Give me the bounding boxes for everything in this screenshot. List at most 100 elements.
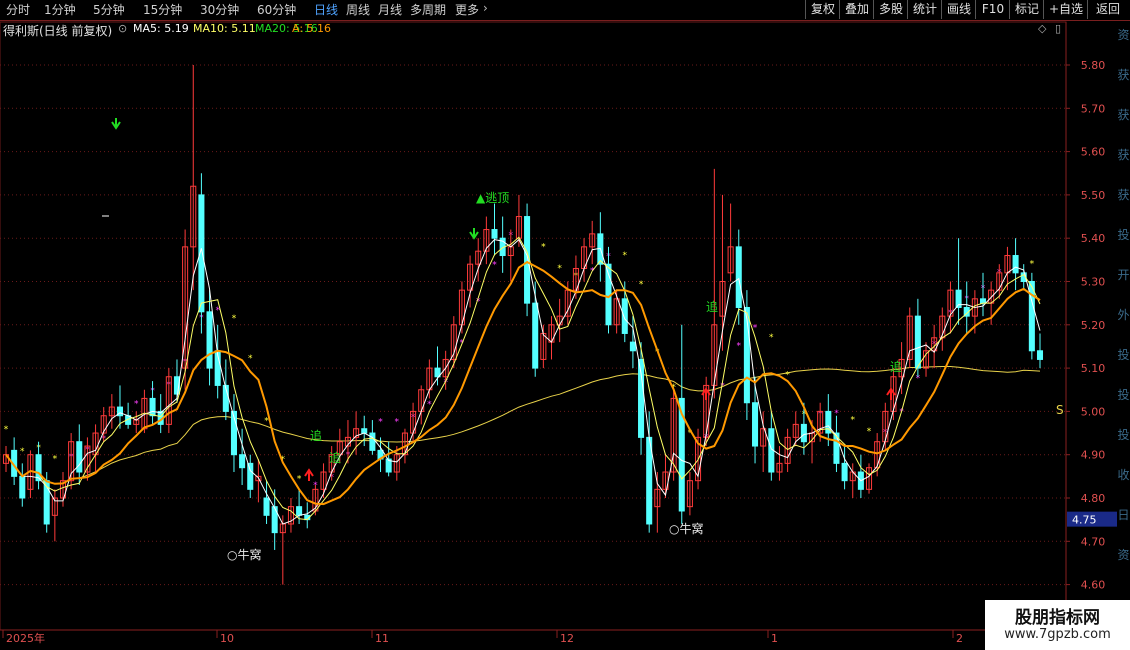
candle-down: [914, 315, 921, 369]
month-tick-label: 2025年: [6, 631, 45, 645]
watermark-logo: 股朋指标网 www.7gpzb.com: [985, 600, 1130, 650]
right-strip-char: 外: [1117, 308, 1130, 322]
period-tab-daily[interactable]: 日线: [314, 1, 338, 18]
indicator-star: *: [541, 242, 546, 252]
candle-down: [239, 454, 246, 469]
period-tab-15min[interactable]: 15分钟: [143, 1, 182, 18]
candle-down: [532, 302, 539, 369]
price-tick-label: 5.80: [1081, 59, 1106, 72]
indicator-star: *: [4, 425, 9, 435]
ma10-line: [5, 236, 1041, 521]
price-tick-label: 5.20: [1081, 319, 1106, 332]
right-strip-char: 收: [1117, 468, 1130, 482]
period-tab-5min[interactable]: 5分钟: [93, 1, 125, 18]
bottom-label-2: ○牛窝: [669, 521, 703, 536]
candle-down: [491, 229, 498, 239]
candle-down: [76, 441, 83, 473]
buy-arrow-icon: [304, 468, 314, 481]
indicator-star: *: [850, 415, 855, 425]
s-marker: S: [1056, 403, 1064, 417]
overlay-button[interactable]: 叠加: [839, 0, 874, 19]
indicator-star: *: [639, 280, 644, 290]
candle-down: [800, 423, 807, 443]
price-tick-label: 4.70: [1081, 535, 1106, 548]
candle-down: [524, 216, 531, 304]
right-strip-char: 投: [1117, 348, 1130, 362]
candle-down: [629, 341, 636, 352]
indicator-star: *: [557, 264, 562, 274]
chevron-right-icon[interactable]: ›: [483, 1, 488, 15]
a-value: A: 5.16: [292, 22, 332, 35]
top-escape-label: ▲逃顶: [476, 191, 509, 205]
candles: [2, 65, 1044, 585]
price-tick-label: 5.00: [1081, 405, 1106, 418]
indicator-star: *: [378, 418, 383, 428]
sell-arrow-icon: [469, 228, 479, 240]
indicator-star: *: [1030, 259, 1035, 269]
indicator-star: *: [395, 418, 400, 428]
period-tab-more[interactable]: 更多: [455, 1, 479, 18]
period-tab-60min[interactable]: 60分钟: [257, 1, 296, 18]
settings-circle-icon[interactable]: ⊙: [118, 22, 127, 35]
month-tick-label: 11: [375, 632, 389, 645]
current-price-label: 4.75: [1072, 514, 1097, 527]
price-tick-label: 5.30: [1081, 276, 1106, 289]
candle-down: [206, 311, 213, 369]
indicator-star: *: [737, 341, 742, 351]
period-tab-intraday[interactable]: 分时: [6, 1, 30, 18]
chase-label-2: 追: [706, 299, 718, 314]
multi-stock-button[interactable]: 多股: [873, 0, 908, 19]
chase-label-4: 追: [329, 450, 341, 465]
top-toolbar: 分时 1分钟 5分钟 15分钟 30分钟 60分钟 日线 周线 月线 多周期 更…: [0, 0, 1130, 21]
month-tick-label: 10: [220, 632, 234, 645]
candle-down: [735, 246, 742, 308]
watermark-title: 股朋指标网: [1015, 608, 1100, 628]
price-tick-label: 4.90: [1081, 449, 1106, 462]
sell-arrow-icon: [111, 118, 121, 130]
indicator-star: *: [867, 427, 872, 437]
add-watchlist-button[interactable]: +自选: [1043, 0, 1088, 19]
period-tab-monthly[interactable]: 月线: [378, 1, 402, 18]
period-tab-30min[interactable]: 30分钟: [200, 1, 239, 18]
right-strip-char: 日: [1117, 508, 1130, 522]
right-strip-char: 获: [1117, 108, 1130, 122]
back-button[interactable]: 返回: [1087, 0, 1128, 19]
bottom-label-1: ○牛窝: [227, 547, 261, 562]
indicator-star: *: [297, 475, 302, 485]
candle-down: [752, 402, 759, 447]
indicator-star: *: [20, 447, 25, 457]
right-strip-char: 获: [1117, 148, 1130, 162]
indicator-star: *: [53, 455, 58, 465]
right-strip-char: 开: [1117, 268, 1130, 282]
period-tab-1min[interactable]: 1分钟: [44, 1, 76, 18]
period-tab-weekly[interactable]: 周线: [346, 1, 370, 18]
period-tab-multi[interactable]: 多周期: [410, 1, 446, 18]
candlestick-chart[interactable]: ****************************************…: [0, 0, 1130, 650]
price-tick-label: 5.60: [1081, 146, 1106, 159]
month-tick-label: 2: [956, 632, 963, 645]
mark-button[interactable]: 标记: [1009, 0, 1044, 19]
stock-name[interactable]: 得利斯(日线 前复权): [3, 22, 112, 39]
candle-down: [979, 298, 987, 304]
price-tick-label: 4.80: [1081, 492, 1106, 505]
candle-down: [841, 462, 848, 482]
panel-toggle-icon[interactable]: ▯: [1055, 22, 1061, 35]
ma5-line: [5, 238, 1041, 525]
right-strip-char: 投: [1117, 228, 1130, 242]
price-tick-label: 5.10: [1081, 362, 1106, 375]
restore-rights-button[interactable]: 复权: [805, 0, 840, 19]
indicator-star: *: [232, 314, 237, 324]
draw-line-button[interactable]: 画线: [941, 0, 976, 19]
right-strip-char: 获: [1117, 188, 1130, 202]
statistics-button[interactable]: 统计: [907, 0, 942, 19]
right-strip-char: 资: [1117, 28, 1130, 42]
date-axis: 2025年 10 11 12 1 2: [0, 629, 1066, 645]
candle-down: [646, 436, 653, 525]
diamond-icon[interactable]: ◇: [1038, 22, 1046, 35]
right-info-strip: 资获获获获投开外投投投收日资: [1117, 21, 1130, 631]
candle-down: [1028, 281, 1035, 352]
ma5-value: MA5: 5.19: [133, 22, 189, 35]
month-tick-label: 12: [560, 632, 574, 645]
f10-button[interactable]: F10: [975, 0, 1010, 19]
price-tick-label: 4.60: [1081, 579, 1106, 592]
